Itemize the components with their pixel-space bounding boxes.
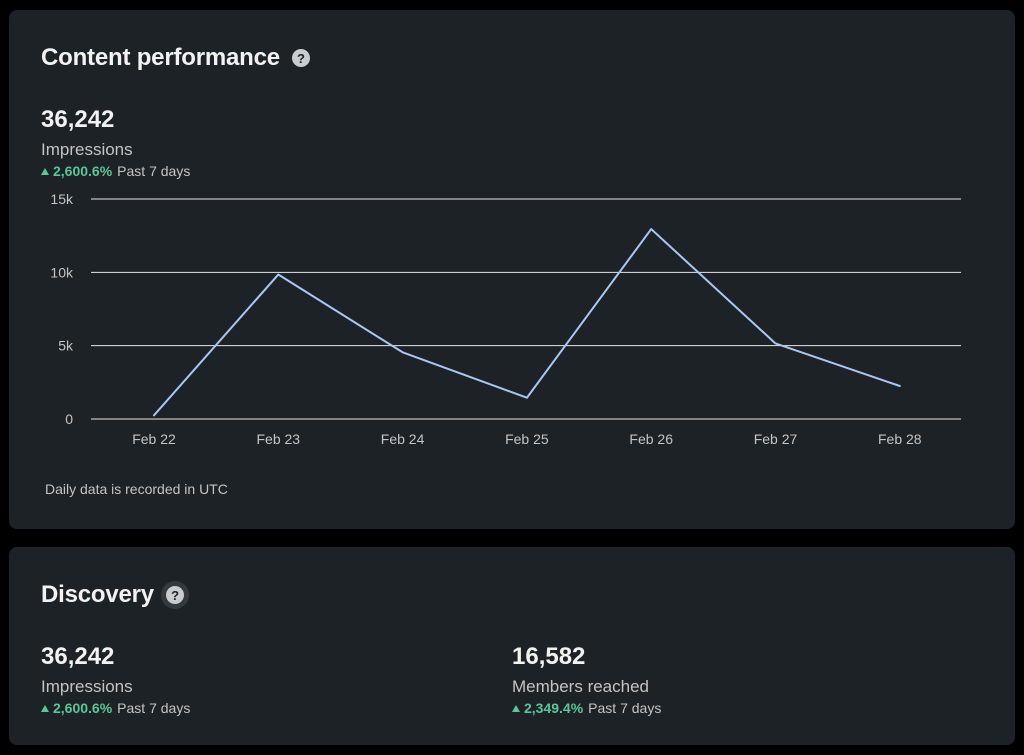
y-tick-label: 15k bbox=[50, 191, 74, 207]
metric-label: Impressions bbox=[41, 677, 133, 696]
discovery-card: Discovery ? 36,242 Impressions 2,600.6% … bbox=[9, 547, 1015, 745]
discovery-impressions-metric: 36,242 Impressions 2,600.6% Past 7 days bbox=[41, 643, 190, 717]
y-tick-label: 0 bbox=[65, 411, 73, 427]
metric-change: 2,349.4% Past 7 days bbox=[512, 699, 661, 717]
change-period: Past 7 days bbox=[588, 700, 662, 716]
series-line-impressions bbox=[153, 228, 901, 417]
metric-value: 36,242 bbox=[41, 643, 115, 670]
x-tick-label: Feb 22 bbox=[132, 431, 176, 447]
change-percent: 2,600.6% bbox=[53, 700, 113, 716]
impressions-line-chart: 0 5k 10k 15k Feb 22 Feb 23 Feb 24 Feb 25 Feb 26 F… bbox=[50, 191, 961, 447]
x-tick-label: Feb 27 bbox=[754, 431, 798, 447]
x-tick-label: Feb 24 bbox=[381, 431, 425, 447]
members-reached-metric: 16,582 Members reached 2,349.4% Past 7 d… bbox=[512, 643, 661, 717]
metric-change: 2,600.6% Past 7 days bbox=[41, 699, 190, 717]
y-tick-label: 5k bbox=[58, 338, 74, 354]
metric-value: 16,582 bbox=[512, 643, 586, 670]
utc-footnote: Daily data is recorded in UTC bbox=[45, 481, 228, 497]
change-percent: 2,349.4% bbox=[524, 700, 584, 716]
trend-up-icon bbox=[512, 704, 520, 712]
x-tick-label: Feb 25 bbox=[505, 431, 549, 447]
change-period: Past 7 days bbox=[117, 700, 191, 716]
question-circle-icon[interactable]: ? bbox=[165, 586, 184, 604]
metric-label: Members reached bbox=[512, 677, 650, 696]
discovery-title-row: Discovery ? bbox=[41, 581, 184, 609]
x-tick-label: Feb 26 bbox=[629, 431, 673, 447]
x-tick-label: Feb 23 bbox=[257, 431, 301, 447]
content-performance-card: Content performance ? 36,242 Impressions… bbox=[9, 10, 1015, 529]
x-tick-label: Feb 28 bbox=[878, 431, 922, 447]
trend-up-icon bbox=[41, 704, 49, 712]
y-tick-label: 10k bbox=[50, 264, 74, 280]
card-title: Discovery bbox=[41, 581, 154, 608]
